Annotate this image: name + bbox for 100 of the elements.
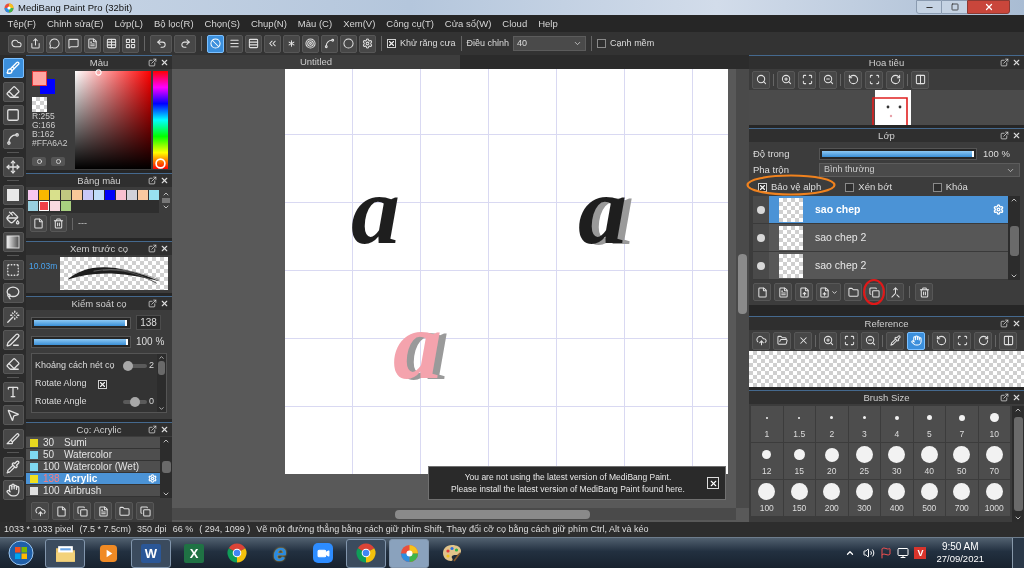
scrollbar[interactable]	[1008, 196, 1020, 280]
undo-button[interactable]	[150, 34, 172, 53]
color-mode-button[interactable]	[32, 157, 46, 166]
brush-tool-button[interactable]	[115, 502, 133, 520]
palette-swatch-icon[interactable]	[116, 190, 126, 200]
horizontal-scrollbar[interactable]	[172, 508, 736, 520]
brush-size-option[interactable]: 4	[881, 406, 913, 442]
scrollbar-thumb[interactable]	[161, 461, 171, 473]
brush-size-option[interactable]: 10	[978, 406, 1010, 442]
tool-button[interactable]	[2, 306, 24, 327]
delete-layer-button[interactable]	[915, 283, 933, 301]
brush-size-option[interactable]: 1000	[978, 480, 1010, 516]
undock-icon[interactable]	[1000, 319, 1009, 328]
palette-swatch-icon[interactable]	[105, 190, 115, 200]
brush-list-item[interactable]: 100 Airbrush	[26, 485, 160, 497]
reference-button[interactable]	[861, 331, 879, 350]
vertical-scrollbar[interactable]	[736, 69, 749, 508]
scrollbar-thumb[interactable]	[158, 361, 165, 375]
menu-item[interactable]: Chỉnh sửa(E)	[41, 18, 110, 29]
tool-button[interactable]	[2, 381, 24, 402]
layer-row[interactable]: sao chep 2	[769, 224, 1008, 251]
snap-button[interactable]	[359, 34, 376, 53]
layer-tool-button[interactable]	[844, 283, 862, 301]
brush-size-option[interactable]: 70	[978, 443, 1010, 479]
brush-size-option[interactable]: 5	[913, 406, 945, 442]
brush-list-item[interactable]: 30 Sumi	[26, 437, 160, 449]
layer-tool-button[interactable]	[886, 283, 904, 301]
reference-button[interactable]	[999, 331, 1017, 350]
scrollbar[interactable]	[1012, 406, 1024, 522]
tool-button[interactable]	[2, 405, 24, 425]
close-icon[interactable]	[160, 425, 169, 434]
close-icon[interactable]	[1012, 58, 1021, 67]
checkbox[interactable]	[97, 379, 107, 389]
saturation-value-field[interactable]	[75, 71, 151, 169]
scroll-down-icon[interactable]	[158, 405, 165, 412]
brush-size-option[interactable]: 20	[816, 443, 848, 479]
checkbox[interactable]	[932, 182, 942, 192]
foreground-color-swatch-icon[interactable]	[32, 71, 47, 86]
palette-swatch-icon[interactable]	[149, 190, 159, 200]
menu-item[interactable]: Cửa sổ(W)	[439, 18, 497, 29]
layer-tool-button[interactable]	[774, 283, 792, 301]
snap-button[interactable]	[245, 34, 262, 53]
toolbar-button[interactable]	[103, 34, 120, 53]
palette-swatch-icon[interactable]	[72, 190, 82, 200]
transparent-swatch-icon[interactable]	[32, 97, 47, 112]
undock-icon[interactable]	[148, 425, 157, 434]
navigator-button[interactable]	[798, 70, 816, 89]
scrollbar-thumb[interactable]	[395, 509, 590, 519]
color-mode-button[interactable]	[51, 157, 65, 166]
navigator-button[interactable]	[777, 70, 795, 89]
palette-swatch-icon[interactable]	[50, 201, 60, 211]
close-icon[interactable]	[160, 299, 169, 308]
menu-item[interactable]: Màu (C)	[292, 18, 338, 29]
tool-button[interactable]	[2, 480, 24, 500]
brush-size-option[interactable]: 300	[848, 480, 880, 516]
undock-icon[interactable]	[148, 244, 157, 253]
tool-button[interactable]	[2, 184, 24, 205]
size-value-field[interactable]: 138	[136, 315, 161, 330]
taskbar-app-button[interactable]: e	[260, 538, 300, 568]
tool-button[interactable]	[2, 353, 24, 374]
layer-row[interactable]: sao chep 2	[769, 252, 1008, 279]
brush-tool-button[interactable]	[136, 502, 154, 520]
reference-button[interactable]	[819, 331, 837, 350]
brush-size-option[interactable]: 50	[946, 443, 978, 479]
close-icon[interactable]	[1012, 393, 1021, 402]
navigator-button[interactable]	[865, 70, 883, 89]
tray-app-logo[interactable]: V	[914, 547, 927, 559]
delete-palette-button[interactable]	[50, 215, 67, 232]
tool-button[interactable]	[2, 208, 24, 228]
close-icon[interactable]	[1012, 319, 1021, 328]
scrollbar-thumb[interactable]	[1009, 226, 1019, 256]
palette-swatch-icon[interactable]	[61, 190, 71, 200]
menu-item[interactable]: Xem(V)	[337, 18, 381, 29]
scroll-up-icon[interactable]	[1010, 196, 1018, 204]
menu-item[interactable]: Lớp(L)	[109, 18, 149, 29]
monitor-icon[interactable]	[897, 547, 910, 559]
brush-size-option[interactable]: 40	[913, 443, 945, 479]
brush-size-option[interactable]: 150	[783, 480, 815, 516]
option-slider[interactable]	[123, 397, 147, 407]
slider-thumb[interactable]	[130, 397, 140, 407]
scrollbar-thumb[interactable]	[1013, 417, 1023, 511]
snap-button[interactable]	[264, 34, 281, 53]
tool-button[interactable]	[2, 58, 24, 78]
clock[interactable]: 9:50 AM 27/09/2021	[936, 541, 984, 565]
brush-size-option[interactable]: 12	[751, 443, 783, 479]
scroll-up-icon[interactable]	[1014, 406, 1022, 414]
undock-icon[interactable]	[148, 299, 157, 308]
redo-button[interactable]	[174, 34, 196, 53]
snap-button[interactable]	[207, 34, 224, 53]
scroll-up-icon[interactable]	[158, 354, 165, 361]
brush-size-option[interactable]: 1.5	[783, 406, 815, 442]
palette-swatch-icon[interactable]	[94, 190, 104, 200]
brush-size-option[interactable]: 100	[751, 480, 783, 516]
scroll-up-icon[interactable]	[161, 190, 170, 198]
close-icon[interactable]	[160, 176, 169, 185]
tool-button[interactable]	[2, 128, 24, 149]
scrollbar[interactable]	[157, 354, 166, 412]
navigator-button[interactable]	[844, 70, 862, 89]
scroll-up-icon[interactable]	[162, 437, 170, 445]
checkbox[interactable]	[387, 39, 396, 48]
